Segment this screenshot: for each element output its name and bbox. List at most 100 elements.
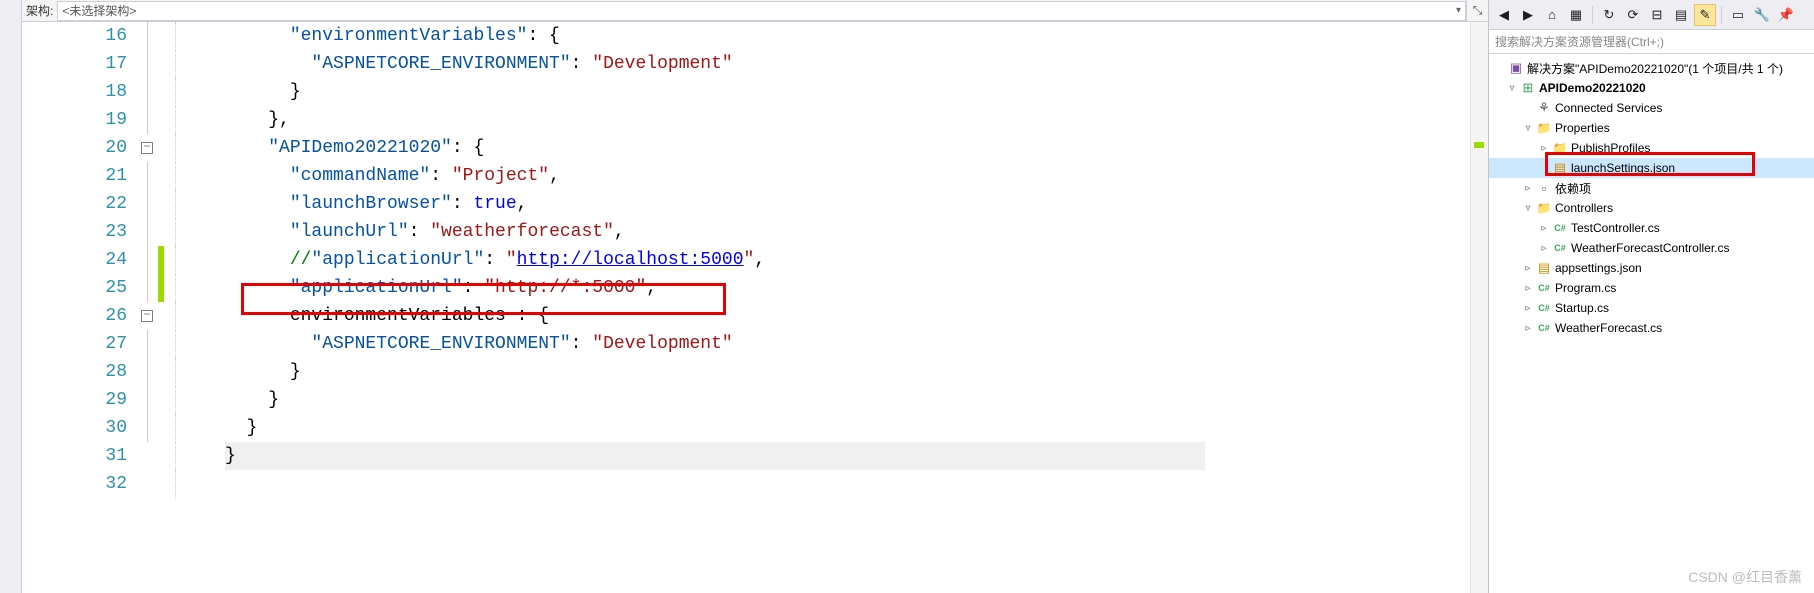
change-marker [157,470,165,498]
code-line[interactable]: } [225,414,1470,442]
code-line[interactable]: }, [225,106,1470,134]
solution-explorer-toolbar: ◀▶⌂▦ ↻⟳⊟▤✎ ▭🔧📌 [1489,0,1814,30]
tree-item-label: Program.cs [1553,281,1616,295]
refresh-icon[interactable]: ⟳ [1622,4,1644,26]
tree-item[interactable]: ▹ Program.cs [1489,278,1814,298]
line-number: 30 [22,414,127,442]
fold-guide [137,78,157,106]
line-number: 32 [22,470,127,498]
sync-icon[interactable]: ↻ [1598,4,1620,26]
fold-guide [137,330,157,358]
tree-item[interactable]: ▹PublishProfiles [1489,138,1814,158]
split-vertical-icon[interactable]: ⤡ [1466,0,1488,22]
architecture-label: 架构: [22,2,57,19]
solution-explorer-tree[interactable]: 解决方案"APIDemo20221020"(1 个项目/共 1 个)▿APIDe… [1489,54,1814,593]
code-line[interactable]: } [225,78,1470,106]
json-icon [1551,160,1569,176]
code-content[interactable]: "environmentVariables": { "ASPNETCORE_EN… [225,22,1470,593]
pin-icon[interactable]: 📌 [1775,4,1797,26]
forward-icon[interactable]: ▶ [1517,4,1539,26]
code-line[interactable] [225,470,1470,498]
change-marker [1474,142,1484,148]
tree-item[interactable]: ▹Startup.cs [1489,298,1814,318]
tree-item[interactable]: 解决方案"APIDemo20221020"(1 个项目/共 1 个) [1489,58,1814,78]
props-icon[interactable]: ✎ [1694,4,1716,26]
code-line[interactable]: "commandName": "Project", [225,162,1470,190]
left-vertical-toolbar[interactable] [0,0,22,593]
indent-guide [165,470,225,498]
code-line[interactable]: } [225,358,1470,386]
tree-item[interactable]: ▿APIDemo20221020 [1489,78,1814,98]
mode-icon[interactable]: ▦ [1565,4,1587,26]
indent-guide [165,302,225,330]
code-line[interactable]: "environmentVariables": { [225,22,1470,50]
code-line[interactable]: "applicationUrl": "http://*:5000", [225,274,1470,302]
preview-icon[interactable]: ▭ [1727,4,1749,26]
code-line[interactable]: "ASPNETCORE_ENVIRONMENT": "Development" [225,50,1470,78]
fold-guide [137,442,157,470]
tree-item[interactable]: Connected Services [1489,98,1814,118]
collapse-icon[interactable]: ⊟ [1646,4,1668,26]
code-line[interactable]: //"applicationUrl": "http://localhost:50… [225,246,1470,274]
home-icon[interactable]: ⌂ [1541,4,1563,26]
expand-icon[interactable]: ▿ [1521,123,1535,134]
fold-column[interactable] [137,22,157,593]
code-line[interactable]: "ASPNETCORE_ENVIRONMENT": "Development" [225,330,1470,358]
line-number: 28 [22,358,127,386]
tree-item[interactable]: ▿Properties [1489,118,1814,138]
code-line[interactable]: } [225,386,1470,414]
showall-icon[interactable]: ▤ [1670,4,1692,26]
tree-item-label: WeatherForecast.cs [1553,321,1662,335]
architecture-value: <未选择架构> [62,2,136,19]
back-icon[interactable]: ◀ [1493,4,1515,26]
tree-item[interactable]: ▹依赖项 [1489,178,1814,198]
code-line[interactable]: "launchUrl": "weatherforecast", [225,218,1470,246]
expand-icon[interactable]: ▿ [1521,203,1535,214]
change-marker [157,330,165,358]
line-number: 26 [22,302,127,330]
wrench-icon[interactable]: 🔧 [1751,4,1773,26]
indent-guide [165,442,225,470]
tree-item-label: appsettings.json [1553,261,1642,275]
expand-icon[interactable]: ▿ [1505,83,1519,94]
line-number: 24 [22,246,127,274]
line-number: 31 [22,442,127,470]
tree-item[interactable]: ▹ appsettings.json [1489,258,1814,278]
code-line[interactable]: } [225,442,1205,470]
architecture-select[interactable]: <未选择架构> ▾ [57,1,1466,21]
folder-icon [1535,201,1553,215]
indent-guide [165,162,225,190]
expand-icon[interactable]: ▹ [1521,283,1535,294]
indent-guide [165,358,225,386]
expand-icon[interactable]: ▹ [1537,143,1551,154]
expand-icon[interactable]: ▹ [1521,183,1535,194]
overview-ruler[interactable] [1470,22,1488,593]
solution-explorer-search[interactable]: 搜索解决方案资源管理器(Ctrl+;) [1489,30,1814,54]
tree-item[interactable]: ▹TestController.cs [1489,218,1814,238]
change-marker [157,50,165,78]
expand-icon[interactable]: ▹ [1521,303,1535,314]
expand-icon[interactable]: ▹ [1537,243,1551,254]
fold-guide [137,358,157,386]
indent-guide [165,414,225,442]
code-line[interactable]: "APIDemo20221020": { [225,134,1470,162]
code-line[interactable]: "launchBrowser": true, [225,190,1470,218]
tree-item[interactable]: ▿Controllers [1489,198,1814,218]
tree-item[interactable]: ▹WeatherForecastController.cs [1489,238,1814,258]
expand-icon[interactable]: ▹ [1521,263,1535,274]
line-number: 29 [22,386,127,414]
change-marker [157,162,165,190]
code-editor[interactable]: 1617181920212223242526272829303132 "envi… [22,22,1488,593]
expand-icon[interactable]: ▹ [1521,323,1535,334]
tree-item[interactable]: launchSettings.json [1489,158,1814,178]
tree-item-label: launchSettings.json [1569,161,1675,175]
line-number: 22 [22,190,127,218]
line-number: 18 [22,78,127,106]
code-line[interactable]: environmentVariables : { [225,302,1470,330]
line-number: 20 [22,134,127,162]
fold-toggle-icon[interactable] [137,134,157,162]
indent-guide [165,246,225,274]
tree-item[interactable]: ▹ WeatherForecast.cs [1489,318,1814,338]
fold-toggle-icon[interactable] [137,302,157,330]
expand-icon[interactable]: ▹ [1537,223,1551,234]
